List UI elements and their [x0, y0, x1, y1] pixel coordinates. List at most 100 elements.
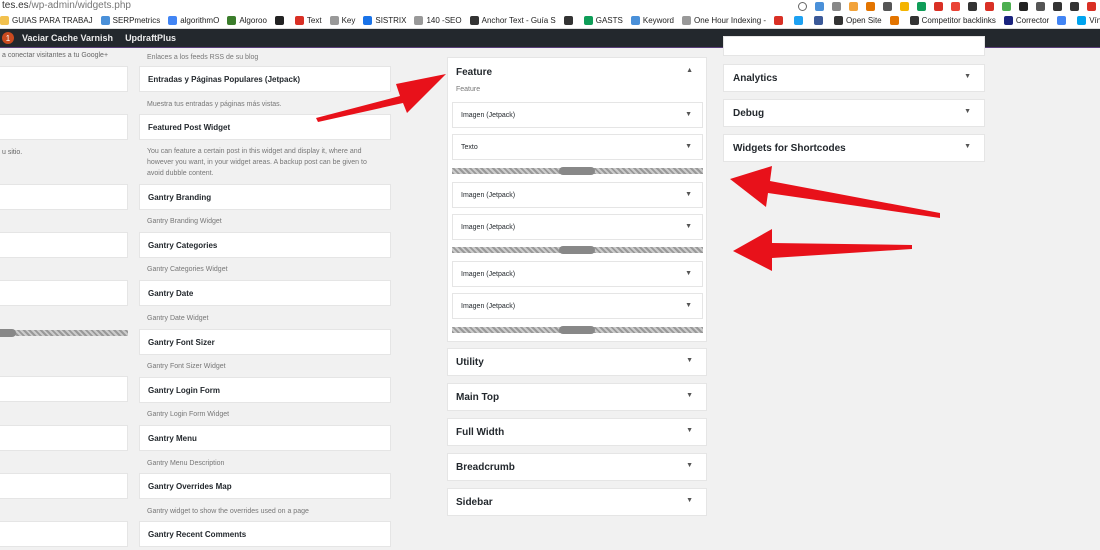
widget-description: u sitio. — [2, 149, 23, 156]
sidebar-full-width[interactable]: Full Width ▼ — [447, 418, 707, 446]
caret-down-icon: ▼ — [964, 143, 971, 150]
star-icon[interactable] — [798, 1, 807, 11]
widget-item[interactable] — [0, 425, 128, 451]
bookmarks-bar: GUIAS PARA TRABAJ SERPmetrics algorithmO Al… — [0, 12, 1100, 29]
adwords-icon — [1057, 15, 1067, 25]
sidebar-debug[interactable]: Debug ▼ — [723, 99, 985, 127]
sidebar-title[interactable]: Feature — [456, 67, 492, 78]
hat-icon — [274, 15, 284, 25]
widget-gantry-categories[interactable]: Gantry Categories — [139, 232, 391, 258]
widget-item[interactable] — [0, 184, 128, 210]
extension-icon[interactable] — [968, 1, 977, 11]
extension-icon[interactable] — [934, 1, 943, 11]
placed-widget-imagen[interactable]: Imagen (Jetpack) ▼ — [452, 261, 703, 287]
extension-icon[interactable] — [849, 1, 858, 11]
sidebar-analytics[interactable]: Analytics ▼ — [723, 64, 985, 92]
placed-widget-imagen[interactable]: Imagen (Jetpack) ▼ — [452, 214, 703, 240]
extension-icon[interactable] — [951, 1, 960, 11]
extension-icon[interactable] — [1002, 1, 1011, 11]
bookmark-item[interactable] — [889, 15, 902, 25]
bookmark-item[interactable]: Open Site — [834, 15, 882, 25]
widget-featured-post[interactable]: Featured Post Widget — [139, 114, 391, 140]
facebook-icon — [814, 15, 824, 25]
placed-widget-texto[interactable]: Texto ▼ — [452, 134, 703, 160]
widget-item[interactable] — [0, 280, 128, 306]
widget-gantry-menu[interactable]: Gantry Menu — [139, 425, 391, 451]
bookmark-item[interactable]: Keyword — [630, 15, 674, 25]
bookmark-label: GUIAS PARA TRABAJ — [12, 15, 93, 25]
widget-gantry-recent-comments[interactable]: Gantry Recent Comments — [139, 521, 391, 547]
updraftplus-link[interactable]: UpdraftPlus — [125, 33, 176, 43]
bookmark-item[interactable] — [1057, 15, 1069, 25]
vaciar-cache-varnish-link[interactable]: Vaciar Cache Varnish — [22, 33, 113, 43]
widget-gantry-login-form[interactable]: Gantry Login Form — [139, 377, 391, 403]
sidebar-sidebar[interactable]: Sidebar ▼ — [447, 488, 707, 516]
extension-icon[interactable] — [883, 1, 892, 11]
bookmark-item[interactable]: SISTRIX — [363, 15, 406, 25]
algoroo-icon — [227, 15, 237, 25]
bookmark-item[interactable]: Competitor backlinks — [909, 15, 996, 25]
widget-item[interactable] — [0, 232, 128, 258]
bookmark-label: Vínculos entrantes — [1089, 15, 1100, 25]
bookmark-item[interactable] — [774, 15, 786, 25]
bookmark-label: Open Site — [846, 15, 882, 25]
widget-item[interactable] — [0, 376, 128, 402]
extension-icon[interactable] — [900, 1, 909, 11]
bookmark-item[interactable]: SERPmetrics — [100, 15, 160, 25]
bookmark-item[interactable]: Vínculos entrantes — [1077, 15, 1100, 25]
widget-gantry-font-sizer[interactable]: Gantry Font Sizer — [139, 329, 391, 355]
bookmark-item[interactable]: GASTS — [583, 15, 623, 25]
widget-gantry-date[interactable]: Gantry Date — [139, 280, 391, 306]
widget-item[interactable] — [0, 521, 128, 547]
url-text: tes.es/wp-admin/widgets.php — [2, 0, 131, 11]
bookmark-item[interactable] — [563, 15, 576, 25]
caret-up-icon[interactable]: ▲ — [686, 67, 693, 74]
extension-icon[interactable] — [832, 1, 841, 11]
bookmark-item[interactable]: One Hour Indexing - — [681, 15, 766, 25]
widget-item[interactable] — [0, 114, 128, 140]
placed-widget-imagen[interactable]: Imagen (Jetpack) ▼ — [452, 102, 703, 128]
bookmark-label: Anchor Text - Guía S — [481, 15, 556, 25]
widget-gantry-branding[interactable]: Gantry Branding — [139, 184, 391, 210]
bookmark-item[interactable]: algorithmO — [168, 15, 219, 25]
extension-icon[interactable] — [866, 1, 875, 11]
bookmark-item[interactable]: GUIAS PARA TRABAJ — [0, 15, 93, 25]
extension-icon[interactable] — [815, 1, 824, 11]
widget-description: Gantry Menu Description — [147, 460, 225, 467]
sidebar-clipped[interactable] — [723, 36, 985, 56]
folder-icon — [0, 15, 9, 25]
bookmark-item[interactable] — [274, 15, 287, 25]
corrector-icon — [1003, 15, 1013, 25]
extension-icon[interactable] — [1070, 1, 1079, 11]
bookmark-item[interactable]: Text — [294, 15, 322, 25]
placed-widget-imagen[interactable]: Imagen (Jetpack) ▼ — [452, 293, 703, 319]
extension-icon[interactable] — [1087, 1, 1096, 11]
update-count-badge[interactable]: 1 — [2, 32, 14, 44]
placed-widget-imagen[interactable]: Imagen (Jetpack) ▼ — [452, 182, 703, 208]
bookmark-item[interactable] — [794, 15, 806, 25]
bookmark-item[interactable] — [814, 15, 826, 25]
extension-icon[interactable] — [917, 1, 926, 11]
extension-icon[interactable] — [1019, 1, 1028, 11]
extension-icon[interactable] — [985, 1, 994, 11]
widget-gantry-overrides-map[interactable]: Gantry Overrides Map — [139, 473, 391, 499]
sheets-icon — [583, 15, 593, 25]
bookmark-item[interactable]: Corrector — [1003, 15, 1049, 25]
sidebar-utility[interactable]: Utility ▼ — [447, 348, 707, 376]
bookmark-item[interactable]: 140 -SEO — [414, 15, 462, 25]
widget-item[interactable] — [0, 473, 128, 499]
arrow-to-placeholder-1 — [730, 166, 940, 218]
bookmark-item[interactable]: Anchor Text - Guía S — [469, 15, 556, 25]
extension-icon[interactable] — [1053, 1, 1062, 11]
widget-item[interactable] — [0, 66, 128, 92]
bookmark-item[interactable]: Key — [329, 15, 355, 25]
sidebar-breadcrumb[interactable]: Breadcrumb ▼ — [447, 453, 707, 481]
bookmark-item[interactable]: Algoroo — [227, 15, 267, 25]
sidebar-widgets-for-shortcodes[interactable]: Widgets for Shortcodes ▼ — [723, 134, 985, 162]
extension-icon[interactable] — [1036, 1, 1045, 11]
address-bar[interactable]: tes.es/wp-admin/widgets.php — [0, 0, 1100, 12]
serpmetrics-icon — [100, 15, 110, 25]
sidebar-main-top[interactable]: Main Top ▼ — [447, 383, 707, 411]
widget-entradas-populares[interactable]: Entradas y Páginas Populares (Jetpack) — [139, 66, 391, 92]
drop-zone-placeholder — [452, 167, 703, 175]
